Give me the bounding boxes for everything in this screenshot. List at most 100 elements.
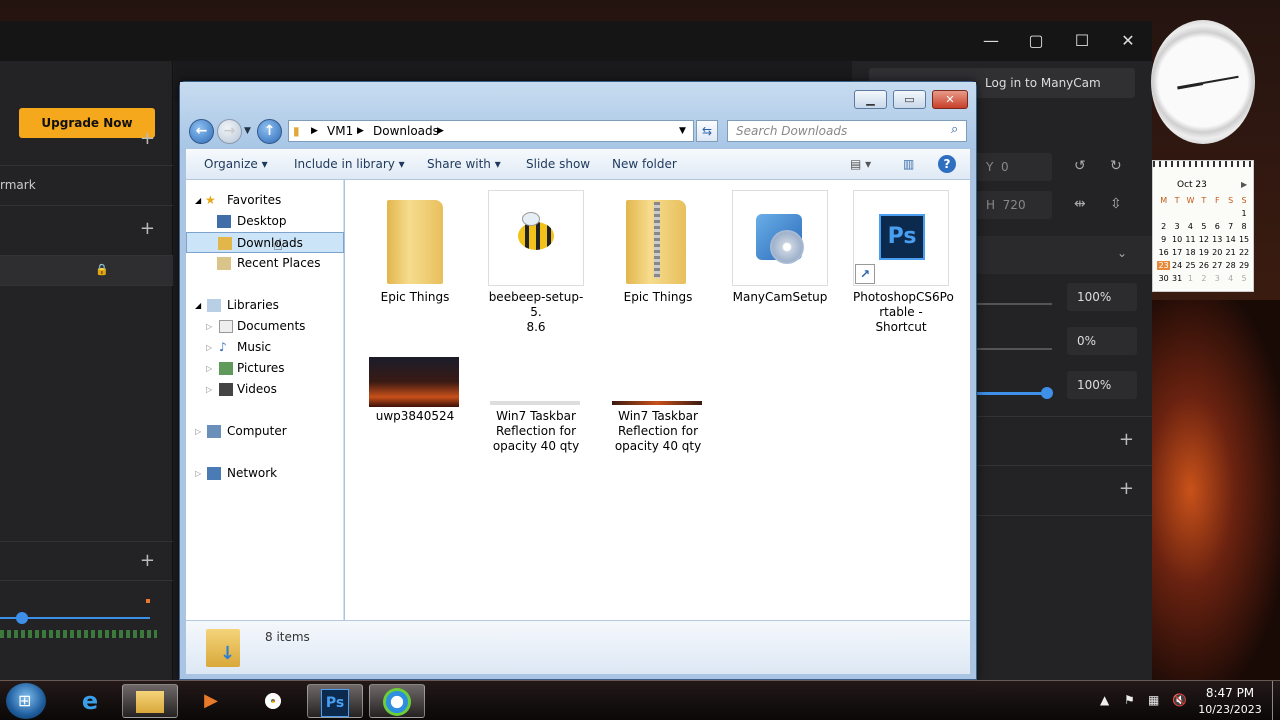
refresh-button[interactable]: ⇆ bbox=[696, 120, 718, 142]
expand-arrow-icon[interactable]: ▷ bbox=[195, 463, 201, 484]
expand-arrow-icon[interactable]: ▷ bbox=[195, 421, 201, 442]
dropdown-row[interactable]: ⌄ bbox=[972, 236, 1152, 274]
expand-arrow-icon[interactable]: ▷ bbox=[206, 316, 212, 337]
nav-videos[interactable]: ▷ Videos bbox=[186, 379, 344, 400]
calendar-day[interactable]: 24 bbox=[1170, 261, 1183, 270]
collapse-arrow-icon[interactable]: ◢ bbox=[195, 295, 201, 316]
network-tray-icon[interactable]: ▦ bbox=[1148, 693, 1159, 707]
calendar-day[interactable]: 3 bbox=[1170, 222, 1183, 231]
restore-button[interactable]: ▢ bbox=[1021, 27, 1051, 55]
address-dropdown-icon[interactable]: ▼ bbox=[679, 126, 686, 136]
breadcrumb-vm1[interactable]: VM1 bbox=[327, 124, 353, 138]
new-folder-button[interactable]: New folder bbox=[612, 157, 677, 171]
photoshop-taskbar-button[interactable]: Ps bbox=[307, 684, 363, 718]
minimize-button[interactable]: ▁ bbox=[854, 90, 887, 109]
close-button[interactable]: ✕ bbox=[932, 90, 968, 109]
file-item[interactable]: Win7 Taskbar Reflection for opacity 40 q… bbox=[488, 323, 584, 454]
add-icon[interactable]: + bbox=[1119, 429, 1134, 450]
calendar-day[interactable]: 6 bbox=[1211, 222, 1224, 231]
add-icon[interactable]: + bbox=[140, 550, 155, 571]
calendar-day[interactable]: 3 bbox=[1211, 274, 1224, 283]
calendar-day[interactable]: 11 bbox=[1184, 235, 1197, 244]
calendar-day[interactable]: 31 bbox=[1170, 274, 1183, 283]
slider-3[interactable] bbox=[972, 392, 1047, 395]
calendar-day[interactable]: 21 bbox=[1224, 248, 1237, 257]
volume-muted-icon[interactable]: 🔇 bbox=[1172, 693, 1187, 707]
expand-arrow-icon[interactable]: ▷ bbox=[206, 337, 212, 358]
close-button[interactable]: ✕ bbox=[1113, 27, 1143, 55]
volume-slider-handle[interactable] bbox=[16, 612, 28, 624]
share-with-menu[interactable]: Share with ▾ bbox=[427, 157, 501, 171]
percent-field-3[interactable]: 100% bbox=[1067, 371, 1137, 399]
nav-favorites[interactable]: ◢ ★ Favorites bbox=[186, 190, 344, 211]
view-options-icon[interactable]: ▤ ▾ bbox=[850, 157, 871, 171]
calendar-day[interactable]: 1 bbox=[1184, 274, 1197, 283]
forward-button[interactable]: → bbox=[217, 119, 242, 144]
calendar-day[interactable]: 12 bbox=[1197, 235, 1210, 244]
search-input[interactable]: Search Downloads bbox=[727, 120, 967, 142]
clock-gadget[interactable] bbox=[1151, 20, 1255, 144]
calendar-day[interactable]: 18 bbox=[1184, 248, 1197, 257]
nav-recent-places[interactable]: Recent Places bbox=[186, 253, 344, 274]
maximize-button[interactable]: ▭ bbox=[893, 90, 926, 109]
organize-menu[interactable]: Organize ▾ bbox=[204, 157, 268, 171]
height-field[interactable]: H 720 bbox=[972, 191, 1052, 219]
start-button[interactable]: ⊞ bbox=[6, 683, 46, 719]
calendar-day[interactable]: 8 bbox=[1237, 222, 1250, 231]
internet-explorer-icon[interactable]: e bbox=[62, 684, 118, 718]
calendar-day[interactable]: 15 bbox=[1237, 235, 1250, 244]
file-item[interactable]: Win7 Taskbar Reflection for opacity 40 q… bbox=[610, 323, 706, 454]
clock-date[interactable]: 10/23/2023 bbox=[1190, 703, 1270, 716]
show-desktop-button[interactable] bbox=[1272, 681, 1280, 720]
slider-1[interactable] bbox=[972, 303, 1052, 305]
explorer-taskbar-button[interactable] bbox=[122, 684, 178, 718]
calendar-gadget[interactable]: Oct 23 ▶ MTWTFSS 1 2 3 4 5 6 7 8 9 10 11 12 13 14 15 16… bbox=[1152, 160, 1254, 292]
search-icon[interactable]: ⌕ bbox=[951, 122, 958, 137]
calendar-day[interactable]: 5 bbox=[1237, 274, 1250, 283]
calendar-day[interactable]: 16 bbox=[1157, 248, 1170, 257]
file-item[interactable]: ManyCamSetup bbox=[732, 190, 828, 305]
calendar-day[interactable]: 17 bbox=[1170, 248, 1183, 257]
address-bar[interactable]: ▮ ▶ VM1 ▶ Downloads ▶ ▼ bbox=[288, 120, 694, 142]
collapse-arrow-icon[interactable]: ◢ bbox=[195, 190, 201, 211]
calendar-day[interactable]: 4 bbox=[1224, 274, 1237, 283]
manycam-taskbar-button[interactable] bbox=[369, 684, 425, 718]
clock-time[interactable]: 8:47 PM bbox=[1190, 686, 1270, 700]
calendar-day[interactable]: 2 bbox=[1197, 274, 1210, 283]
chrome-icon[interactable] bbox=[245, 684, 301, 718]
nav-music[interactable]: ▷ ♪ Music bbox=[186, 337, 344, 358]
maximize-button[interactable]: ☐ bbox=[1067, 27, 1097, 55]
calendar-day[interactable]: 4 bbox=[1184, 222, 1197, 231]
recent-pages-dropdown[interactable]: ▼ bbox=[244, 126, 251, 136]
breadcrumb-downloads[interactable]: Downloads bbox=[373, 124, 439, 138]
add-icon[interactable]: + bbox=[1119, 478, 1134, 499]
calendar-day[interactable]: 30 bbox=[1157, 274, 1170, 283]
media-player-icon[interactable]: ▶ bbox=[183, 684, 239, 718]
calendar-day[interactable]: 26 bbox=[1197, 261, 1210, 270]
file-item[interactable]: Epic Things bbox=[367, 190, 463, 305]
slider-3-handle[interactable] bbox=[1041, 387, 1053, 399]
rotate-right-icon[interactable]: ↻ bbox=[1110, 158, 1122, 174]
nav-documents[interactable]: ▷ Documents bbox=[186, 316, 344, 337]
nav-network[interactable]: ▷ Network bbox=[186, 463, 344, 484]
calendar-day[interactable]: 25 bbox=[1184, 261, 1197, 270]
nav-pictures[interactable]: ▷ Pictures bbox=[186, 358, 344, 379]
file-item[interactable]: uwp3840524 bbox=[367, 323, 463, 424]
up-button[interactable]: ↑ bbox=[257, 119, 282, 144]
slider-2[interactable] bbox=[972, 348, 1052, 350]
calendar-day[interactable]: 1 bbox=[1237, 209, 1250, 218]
flip-vertical-icon[interactable]: ⇳ bbox=[1110, 196, 1122, 212]
expand-arrow-icon[interactable]: ▷ bbox=[206, 358, 212, 379]
calendar-day[interactable]: 27 bbox=[1211, 261, 1224, 270]
rotate-left-icon[interactable]: ↺ bbox=[1074, 158, 1086, 174]
flip-horizontal-icon[interactable]: ⇹ bbox=[1074, 196, 1086, 212]
position-y-field[interactable]: Y 0 bbox=[972, 153, 1052, 181]
calendar-day[interactable]: 7 bbox=[1224, 222, 1237, 231]
back-button[interactable]: ← bbox=[189, 119, 214, 144]
file-item[interactable]: Ps ↗ PhotoshopCS6Po rtable - Shortcut bbox=[853, 190, 954, 335]
calendar-day[interactable]: 28 bbox=[1224, 261, 1237, 270]
calendar-day[interactable]: 22 bbox=[1237, 248, 1250, 257]
calendar-day[interactable]: 14 bbox=[1224, 235, 1237, 244]
nav-downloads[interactable]: Downloads bbox=[186, 232, 344, 253]
calendar-day[interactable]: 9 bbox=[1157, 235, 1170, 244]
